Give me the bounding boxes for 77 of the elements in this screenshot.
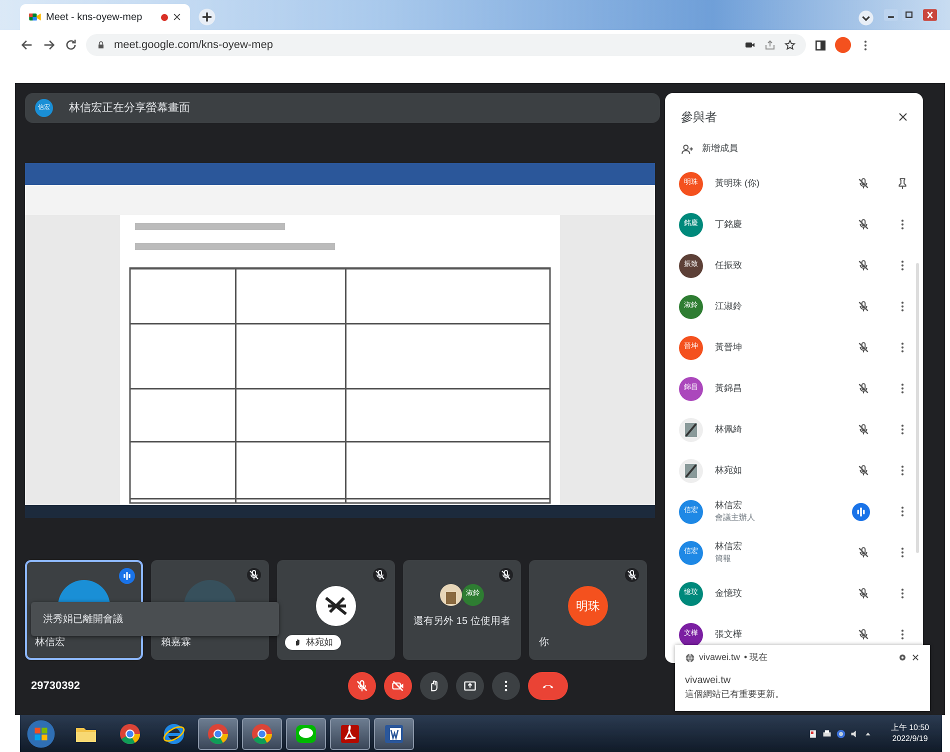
mic-off-icon [355,679,369,693]
lock-icon [96,40,106,50]
star-icon[interactable] [784,39,796,51]
participant-name: 林信宏 [35,636,65,650]
participant-name: 林信宏 [715,498,743,512]
hand-button[interactable] [420,672,448,700]
panel-title: 參與者 [681,109,717,126]
participant-name: 林宛如 [715,464,743,477]
participant-name: 林信宏 [715,540,743,553]
taskbar-button[interactable] [198,718,238,750]
taskbar-button[interactable] [374,718,414,750]
muted-mic-icon [625,568,639,582]
forward-icon[interactable] [42,38,56,52]
participant-name: 江淑鈴 [715,300,743,313]
browser-tab[interactable]: Meet - kns-oyew-mep [20,4,190,30]
reload-icon[interactable] [64,38,78,52]
notification-time: • 現在 [744,651,768,664]
participant-name: 賴嘉霖 [161,636,191,650]
present-icon [463,679,477,693]
minimize-icon[interactable] [882,8,900,22]
hand-icon [293,638,302,647]
camera-button[interactable] [384,672,412,700]
taskbar-button[interactable] [286,718,326,750]
present-button[interactable] [456,672,484,700]
globe-icon [685,652,695,663]
notification-title: vivawei.tw [685,674,732,688]
chrome-icon [250,722,274,746]
close-icon[interactable] [897,111,909,123]
back-icon[interactable] [20,38,34,52]
muted-mic-icon [499,568,513,582]
tray-icon[interactable] [808,728,818,738]
share-icon[interactable] [764,39,776,51]
participant-name: 黃錦昌 [715,382,743,395]
address-bar[interactable]: meet.google.com/kns-oyew-mep [86,34,806,56]
sidebar-icon[interactable] [814,38,827,52]
taskbar-button[interactable] [330,718,370,750]
notification-body: 這個網站已有重要更新。 [685,688,785,700]
settings-icon[interactable] [898,653,907,662]
participant-name: 金憶玟 [715,586,743,600]
new-tab-icon[interactable] [198,8,216,26]
meeting-code: 29730392 [30,678,81,694]
profile-avatar[interactable] [835,37,851,53]
participant-role: 簡報 [715,553,732,566]
add-people-button[interactable]: 新增成員 [665,129,775,163]
toast-message: 洪秀娟已離開會議 [31,602,279,636]
participant-name: 張文樺 [715,628,743,641]
close-icon[interactable] [172,12,182,22]
clock[interactable]: 上午 10:50 2022/9/19 [884,723,936,744]
muted-mic-icon [247,568,261,582]
leave-button[interactable] [528,672,568,700]
avatar: 明珠 [568,586,608,626]
muted-mic-icon [373,568,387,582]
speaking-icon [119,568,135,584]
browser-icon [162,722,186,746]
mic-button[interactable] [348,672,376,700]
name-pill: 林宛如 [285,634,341,650]
taskbar-button[interactable] [242,718,282,750]
participant-name: 黃晉坤 [715,340,743,354]
close-icon[interactable] [911,653,920,662]
printer-icon[interactable] [822,728,832,738]
participant-role: 會議主辦人 [715,512,756,524]
notification-source: vivawei.tw [699,651,740,664]
network-icon[interactable] [836,728,846,738]
more-participants-label: 還有另外 15 位使用者 [414,614,510,628]
pin-icon[interactable] [896,177,909,190]
participant-name: 林佩綺 [715,422,743,436]
start-button[interactable] [26,718,56,748]
add-person-icon [681,142,694,156]
chrome-icon [206,722,230,746]
participant-name: 黃明珠 (你) [715,176,760,190]
participant-name: 你 [539,636,549,650]
presenter-text: 林信宏正在分享螢幕畫面 [69,100,190,116]
chrome-icon [118,722,142,746]
participant-name: 丁銘慶 [715,218,743,231]
camera-off-icon [391,679,405,693]
dropdown-icon[interactable] [858,10,874,26]
participant-name: 任振致 [715,258,743,272]
